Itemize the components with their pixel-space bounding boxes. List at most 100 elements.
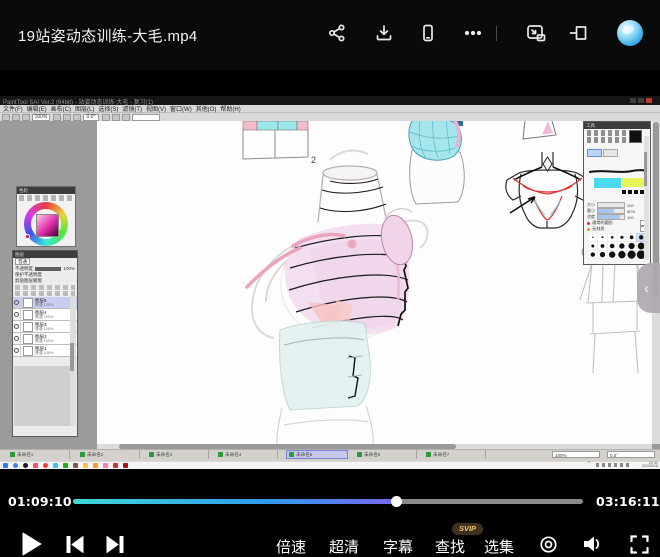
layer-row[interactable]: 图层4普通 100%: [13, 309, 77, 321]
cyan-color-swatch[interactable]: [594, 178, 621, 188]
file-tab[interactable]: 未命名2: [78, 450, 140, 459]
progress-knob[interactable]: [391, 496, 402, 507]
layer-row[interactable]: 图层3普通 100%: [13, 321, 77, 333]
slider-value: 100: [627, 203, 634, 208]
taskbar-app-icon[interactable]: [23, 463, 28, 468]
tool-icon-row[interactable]: [587, 130, 627, 136]
record-icon[interactable]: [538, 534, 559, 557]
visibility-icon[interactable]: [13, 297, 21, 308]
tool-icon-row[interactable]: [587, 137, 627, 143]
file-tab[interactable]: 未命名3: [147, 450, 209, 459]
layer-row[interactable]: 图层2普通 100%: [13, 333, 77, 345]
brush-chip-selected[interactable]: [587, 149, 602, 157]
volume-icon[interactable]: [582, 534, 603, 557]
tray-caret[interactable]: ^: [588, 461, 590, 467]
taskbar-app-icon[interactable]: [73, 463, 78, 468]
file-tab[interactable]: 未命名7: [424, 450, 486, 459]
blend-mode-select[interactable]: 普通: [15, 258, 30, 265]
taskbar-app-icon[interactable]: [63, 463, 68, 468]
current-time: 01:09:10: [8, 494, 72, 509]
canvas-drawing: 2: [0, 96, 660, 469]
chevron-left-icon: ‹: [644, 280, 649, 296]
opacity-brush-slider[interactable]: [597, 214, 625, 220]
layer-thumbnail: [23, 310, 33, 320]
avatar[interactable]: [617, 20, 643, 46]
next-button[interactable]: [106, 536, 125, 557]
canvas-label-2: 2: [311, 155, 316, 165]
share-icon[interactable]: [324, 20, 350, 46]
color-panel-tabs[interactable]: [19, 195, 73, 201]
svip-badge: SVIP: [452, 523, 483, 535]
total-time: 03:16:11: [596, 494, 656, 509]
episodes-button[interactable]: 选集: [484, 536, 514, 557]
find-button[interactable]: 查找: [435, 536, 465, 557]
layer-option-2[interactable]: 剪贴图层蒙版: [15, 278, 42, 284]
playlist-side-tab[interactable]: ‹: [637, 263, 660, 313]
visibility-icon[interactable]: [13, 321, 21, 332]
previous-button[interactable]: [66, 536, 85, 557]
layer-list-empty: [14, 366, 71, 426]
taskbar-app-icon[interactable]: [123, 463, 128, 468]
taskbar-app-icon[interactable]: [53, 463, 58, 468]
tools-panel-title: 工具: [584, 122, 650, 129]
status-angle-field[interactable]: 0.0°: [607, 451, 655, 458]
brush-chip[interactable]: [603, 149, 618, 157]
play-button[interactable]: [22, 532, 42, 557]
taskbar-clock[interactable]: 22:41 2023/6/18: [634, 462, 658, 470]
progress-bar[interactable]: [73, 499, 583, 504]
tools-panel[interactable]: 工具 大小 100 最小 50% 浓度 100 通常的圆形 无材质: [583, 121, 651, 265]
slider-value: 50%: [627, 209, 635, 214]
topbar-divider: [496, 26, 497, 41]
color-wheel-panel[interactable]: 色轮: [16, 186, 76, 247]
system-tray-icons[interactable]: [596, 463, 632, 467]
phone-icon[interactable]: [415, 20, 441, 46]
layer-toolbar-row[interactable]: [15, 285, 75, 290]
saturation-square[interactable]: [36, 214, 59, 237]
layer-row-selected[interactable]: 图层5普通 100%: [13, 297, 77, 309]
layer-thumbnail: [23, 334, 33, 344]
subtitles-button[interactable]: 字幕: [383, 536, 413, 557]
file-tab[interactable]: 未命名1: [8, 450, 70, 459]
pip-icon[interactable]: [523, 20, 549, 46]
visibility-icon[interactable]: [13, 345, 21, 356]
opacity-label: 不透明度: [15, 266, 33, 272]
player-window: 19站姿动态训练-大毛.mp4 PaintTool SAI Ver.2 (64b…: [0, 0, 660, 557]
layers-scrollbar[interactable]: [70, 296, 76, 426]
brush-size-grid[interactable]: [588, 233, 646, 259]
visibility-icon[interactable]: [13, 333, 21, 344]
taskbar-app-icon[interactable]: [33, 463, 38, 468]
fullscreen-icon[interactable]: [630, 535, 649, 557]
taskbar-app-icon[interactable]: [93, 463, 98, 468]
taskbar-app-icon[interactable]: [13, 463, 18, 468]
file-tab-selected[interactable]: 未命名5: [286, 450, 348, 459]
more-icon[interactable]: [460, 20, 486, 46]
taskbar-app-icon[interactable]: [3, 463, 8, 468]
taskbar-app-icon[interactable]: [113, 463, 118, 468]
file-icon: [289, 452, 294, 457]
brush-stroke-preview: [588, 168, 648, 175]
quality-button[interactable]: 超清: [329, 536, 359, 557]
taskbar-app-icon[interactable]: [43, 463, 48, 468]
file-icon: [357, 452, 362, 457]
download-icon[interactable]: [371, 20, 397, 46]
file-tab[interactable]: 未命名6: [355, 450, 417, 459]
file-tab[interactable]: 未命名4: [216, 450, 278, 459]
visibility-icon[interactable]: [13, 309, 21, 320]
foreground-color-swatch[interactable]: [629, 130, 642, 143]
layer-toolbar-row[interactable]: [15, 291, 75, 296]
opacity-value: 100%: [63, 266, 75, 271]
taskbar-app-icon[interactable]: [103, 463, 108, 468]
layer-row[interactable]: 图层1普通 100%: [13, 345, 77, 357]
layers-panel[interactable]: 图层 普通 不透明度 100% 保护不透明度 剪贴图层蒙版 图层5普通 100%…: [12, 250, 78, 437]
slider-value: 100: [627, 215, 634, 220]
taskbar-app-icon[interactable]: [83, 463, 88, 468]
brush-texture-section[interactable]: 无材质: [584, 226, 650, 232]
brush-mode-row[interactable]: [584, 144, 650, 162]
status-zoom-field[interactable]: 100%: [552, 451, 600, 458]
opacity-slider[interactable]: [35, 267, 61, 271]
file-icon: [426, 452, 431, 457]
tools-scrollbar[interactable]: [644, 136, 649, 260]
file-icon: [80, 452, 85, 457]
speed-button[interactable]: 倍速: [276, 536, 306, 557]
mini-window-icon[interactable]: [566, 20, 592, 46]
